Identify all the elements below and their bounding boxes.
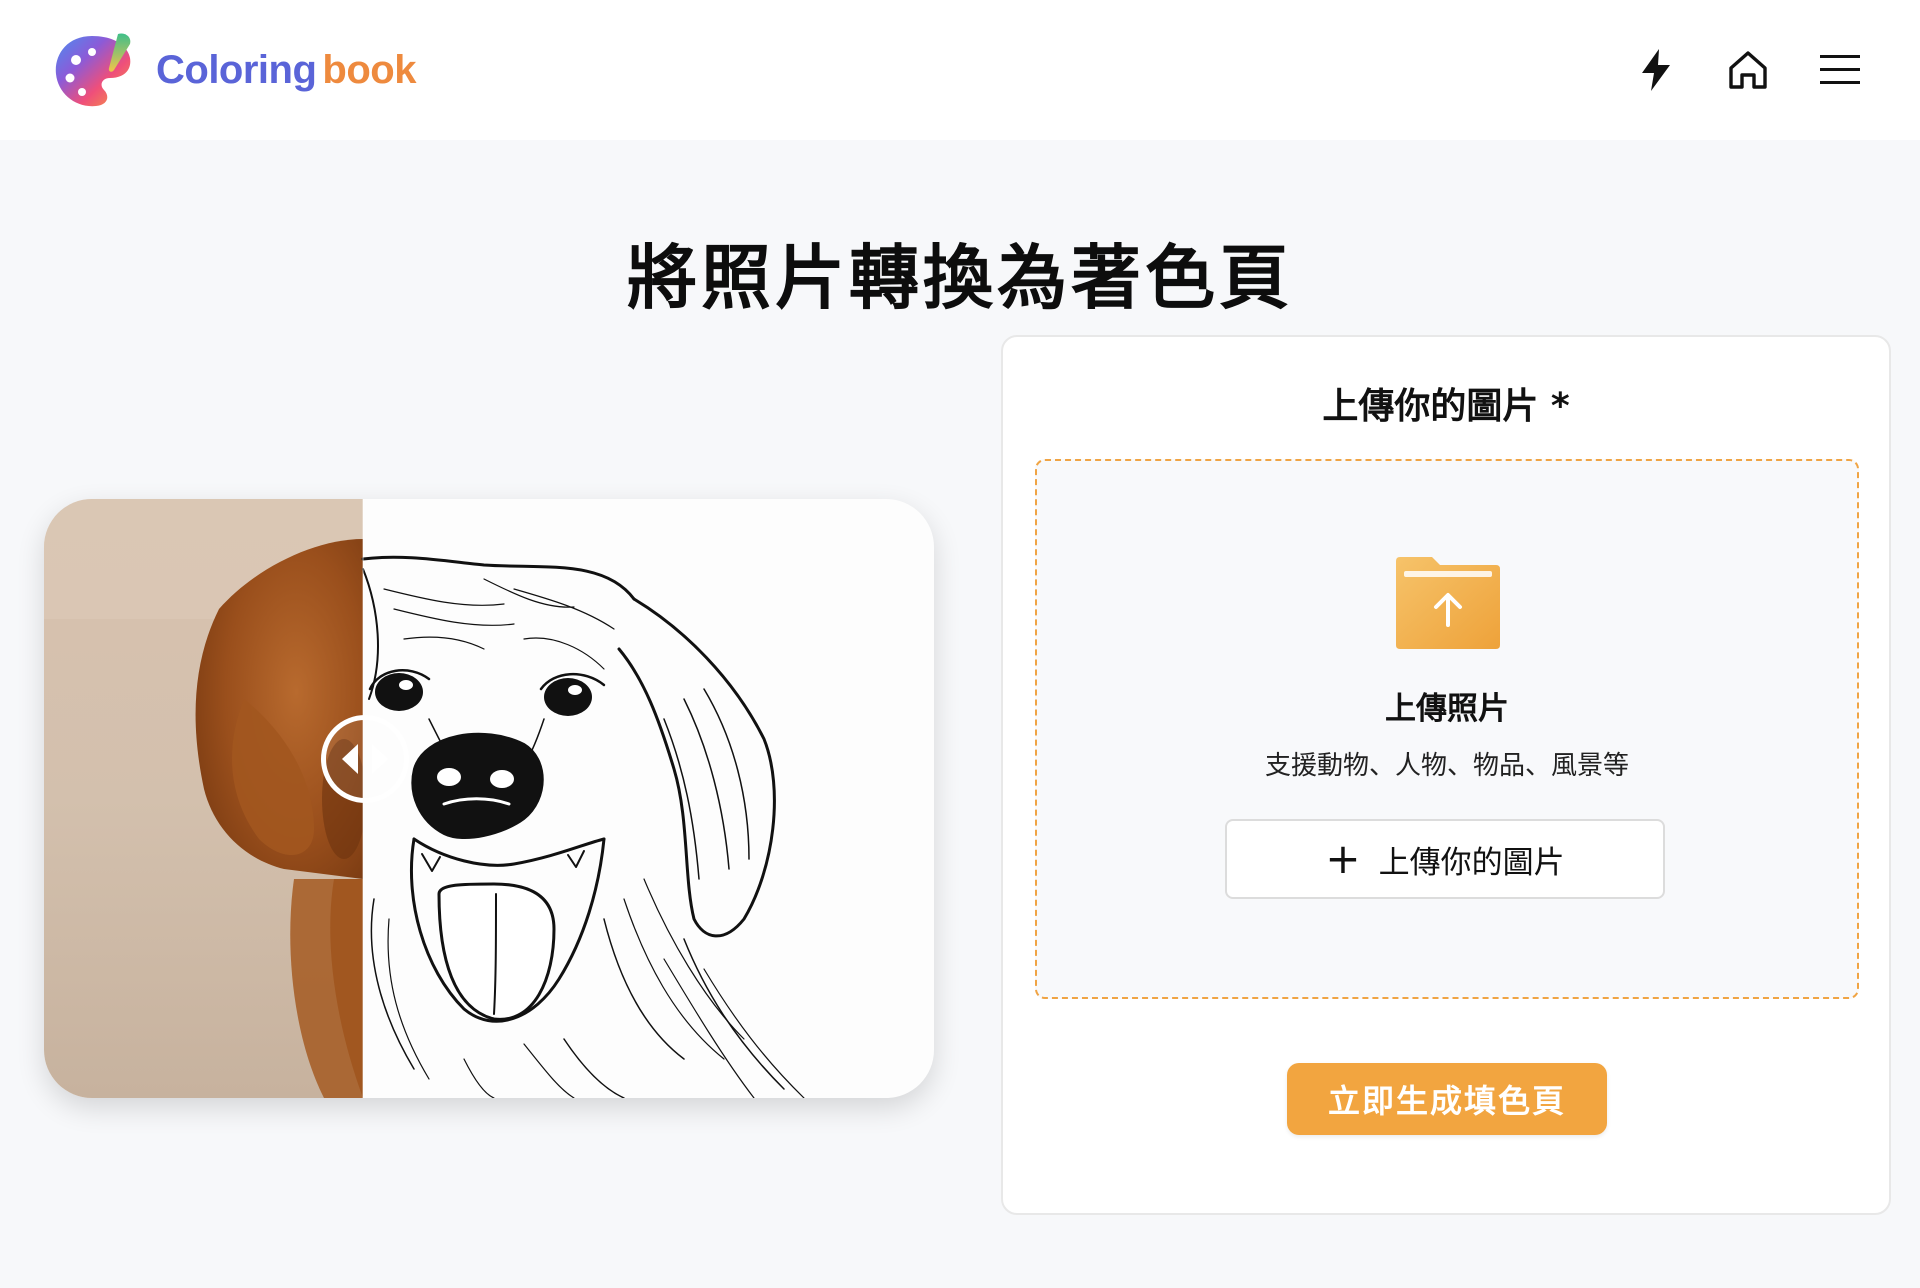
lightning-icon	[1642, 49, 1670, 91]
upload-panel-title: 上傳你的圖片 *	[1322, 386, 1570, 427]
menu-icon	[1820, 55, 1860, 84]
dog-comparison-image	[44, 499, 805, 1098]
brand-name: Coloring book	[156, 48, 416, 93]
palette-logo-icon	[55, 33, 131, 107]
menu-button[interactable]	[1816, 46, 1864, 94]
dropzone-title: 上傳照片	[1385, 691, 1509, 727]
photo-half	[44, 499, 363, 1098]
compare-arrows-icon	[342, 744, 388, 774]
upload-panel: 上傳你的圖片 * 上傳照片 支援動物、人物、物品、風景等 + 上傳你的圖片 立即…	[1001, 335, 1891, 1215]
brand-logo-link[interactable]: Coloring book	[52, 30, 416, 110]
upload-image-button-label: 上傳你的圖片	[1378, 844, 1565, 881]
plus-icon: +	[1325, 834, 1361, 883]
dropzone-subtitle: 支援動物、人物、物品、風景等	[1264, 751, 1629, 781]
header-nav	[1632, 46, 1864, 94]
before-after-compare[interactable]	[44, 499, 934, 1098]
generate-coloring-page-button[interactable]: 立即生成填色頁	[1287, 1063, 1607, 1135]
lightning-button[interactable]	[1632, 46, 1680, 94]
top-header: Coloring book	[0, 0, 1920, 140]
home-icon	[1729, 51, 1767, 89]
folder-upload-icon	[1396, 557, 1500, 649]
coloring-half	[361, 555, 805, 1098]
upload-dropzone[interactable]: 上傳照片 支援動物、人物、物品、風景等 + 上傳你的圖片	[1035, 459, 1859, 999]
compare-slider-handle[interactable]	[321, 715, 409, 803]
page-title: 將照片轉換為著色頁	[627, 237, 1293, 319]
home-button[interactable]	[1724, 46, 1772, 94]
upload-image-button[interactable]: + 上傳你的圖片	[1225, 819, 1665, 899]
brand-name-coloring: Coloring	[156, 47, 317, 92]
brand-name-book: book	[322, 47, 416, 92]
